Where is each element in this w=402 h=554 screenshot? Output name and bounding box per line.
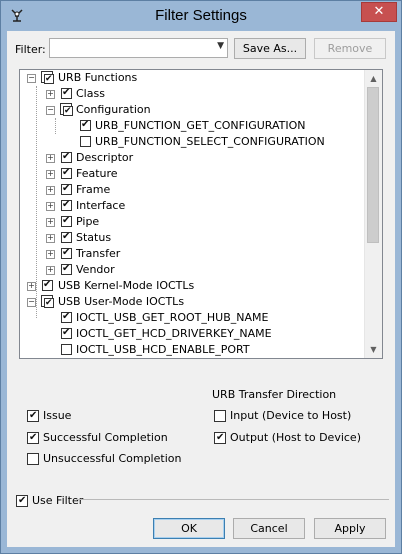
tree-item-label: URB_FUNCTION_SELECT_CONFIGURATION (95, 135, 325, 148)
cancel-button[interactable]: Cancel (233, 518, 305, 539)
option-label: Issue (43, 409, 72, 422)
option-label: Unsuccessful Completion (43, 452, 182, 465)
tree-guide-line (36, 86, 37, 318)
partial-checkbox[interactable] (41, 71, 54, 87)
checkbox[interactable] (27, 430, 39, 446)
expand-icon[interactable]: + (46, 90, 55, 99)
partial-checkbox[interactable] (41, 295, 54, 311)
tree-item-label: IOCTL_USB_HCD_ENABLE_PORT (76, 343, 250, 356)
expand-icon[interactable]: + (46, 170, 55, 179)
collapse-icon[interactable]: − (27, 298, 36, 307)
checkbox[interactable] (61, 165, 72, 181)
scroll-down-icon[interactable]: ▼ (365, 341, 382, 358)
tree-item-label: USB Kernel-Mode IOCTLs (58, 279, 195, 292)
tree-item-label: Pipe (76, 215, 100, 228)
title-bar[interactable]: Filter Settings ✕ (1, 1, 401, 31)
tree-item-label: Interface (76, 199, 126, 212)
checkbox[interactable] (80, 136, 91, 147)
expand-icon[interactable]: + (27, 282, 36, 291)
checkbox[interactable] (61, 181, 72, 197)
checkbox[interactable] (27, 408, 39, 424)
tree-item-label: Configuration (76, 103, 151, 116)
option-label: Input (Device to Host) (230, 409, 352, 422)
tree-item-label: Frame (76, 183, 111, 196)
direction-title: URB Transfer Direction (212, 388, 337, 401)
filter-combobox[interactable]: ▼ (49, 38, 228, 58)
tree-item-label: USB User-Mode IOCTLs (58, 295, 185, 308)
tree-item-label: Descriptor (76, 151, 134, 164)
checkbox[interactable] (61, 245, 72, 261)
checkbox[interactable] (16, 493, 28, 509)
separator (77, 499, 389, 500)
expand-icon[interactable]: + (46, 250, 55, 259)
scroll-up-icon[interactable]: ▲ (365, 70, 382, 87)
remove-button[interactable]: Remove (314, 38, 386, 59)
option-label: Successful Completion (43, 431, 168, 444)
tree-item-label: IOCTL_USB_GET_ROOT_HUB_NAME (76, 311, 269, 324)
checkbox[interactable] (61, 325, 72, 341)
filter-tree[interactable]: − URB Functions + Class − Configuration … (19, 69, 383, 359)
expand-icon[interactable]: + (46, 234, 55, 243)
option-label: Output (Host to Device) (230, 431, 361, 444)
tree-item-label: IOCTL_GET_HCD_DRIVERKEY_NAME (76, 327, 272, 340)
tree-scrollbar[interactable]: ▲ ▼ (364, 70, 382, 358)
expand-icon[interactable]: + (46, 266, 55, 275)
checkbox[interactable] (27, 453, 39, 465)
apply-button[interactable]: Apply (314, 518, 386, 539)
filter-settings-window: Filter Settings ✕ Filter: ▼ Save As... R… (0, 0, 402, 554)
dialog-body: Filter: ▼ Save As... Remove − URB Functi… (7, 31, 395, 547)
tree-item-label: URB Functions (58, 71, 138, 84)
partial-checkbox[interactable] (60, 103, 73, 119)
checkbox[interactable] (61, 229, 72, 245)
save-as-button[interactable]: Save As... (234, 38, 306, 59)
collapse-icon[interactable]: − (27, 74, 36, 83)
tree-guide-line (55, 118, 56, 134)
tree-item-label: Transfer (76, 247, 121, 260)
tree-item-label: Status (76, 231, 112, 244)
chevron-down-icon: ▼ (217, 41, 224, 51)
tree-item-label: Vendor (76, 263, 115, 276)
option-label: Use Filter (32, 494, 84, 507)
tree-item-label: URB_FUNCTION_GET_CONFIGURATION (95, 119, 306, 132)
window-title: Filter Settings (155, 7, 247, 24)
checkbox[interactable] (214, 410, 226, 422)
collapse-icon[interactable]: − (46, 106, 55, 115)
expand-icon[interactable]: + (46, 202, 55, 211)
checkbox[interactable] (42, 277, 53, 293)
tree-item-label: Class (76, 87, 105, 100)
close-button[interactable]: ✕ (361, 2, 397, 22)
checkbox[interactable] (214, 430, 226, 446)
checkbox[interactable] (61, 149, 72, 165)
ok-button[interactable]: OK (153, 518, 225, 539)
checkbox[interactable] (61, 344, 72, 355)
checkbox[interactable] (61, 309, 72, 325)
scroll-thumb[interactable] (367, 87, 379, 243)
filter-label: Filter: (15, 43, 46, 56)
checkbox[interactable] (61, 85, 72, 101)
checkbox[interactable] (61, 261, 72, 277)
expand-icon[interactable]: + (46, 186, 55, 195)
checkbox[interactable] (80, 117, 91, 133)
expand-icon[interactable]: + (46, 154, 55, 163)
checkbox[interactable] (61, 197, 72, 213)
tree-item-label: Feature (76, 167, 118, 180)
expand-icon[interactable]: + (46, 218, 55, 227)
checkbox[interactable] (61, 213, 72, 229)
